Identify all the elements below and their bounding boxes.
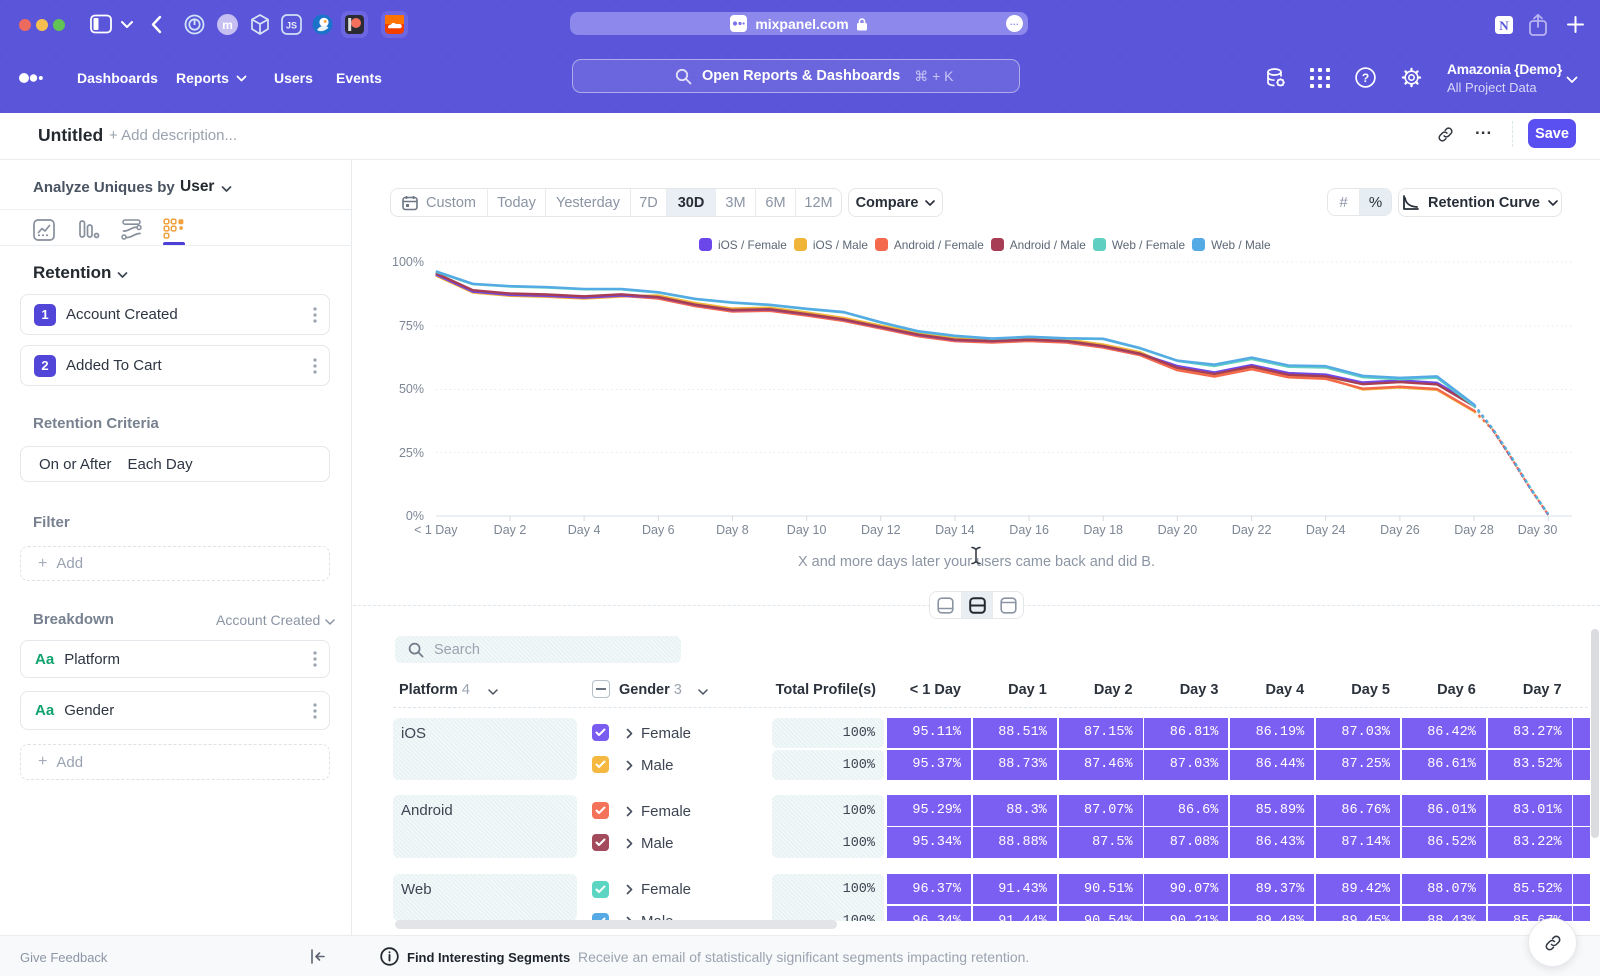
svg-text:?: ? (1362, 71, 1369, 85)
svg-text:N: N (1499, 18, 1509, 33)
svg-text:JS: JS (286, 21, 297, 31)
